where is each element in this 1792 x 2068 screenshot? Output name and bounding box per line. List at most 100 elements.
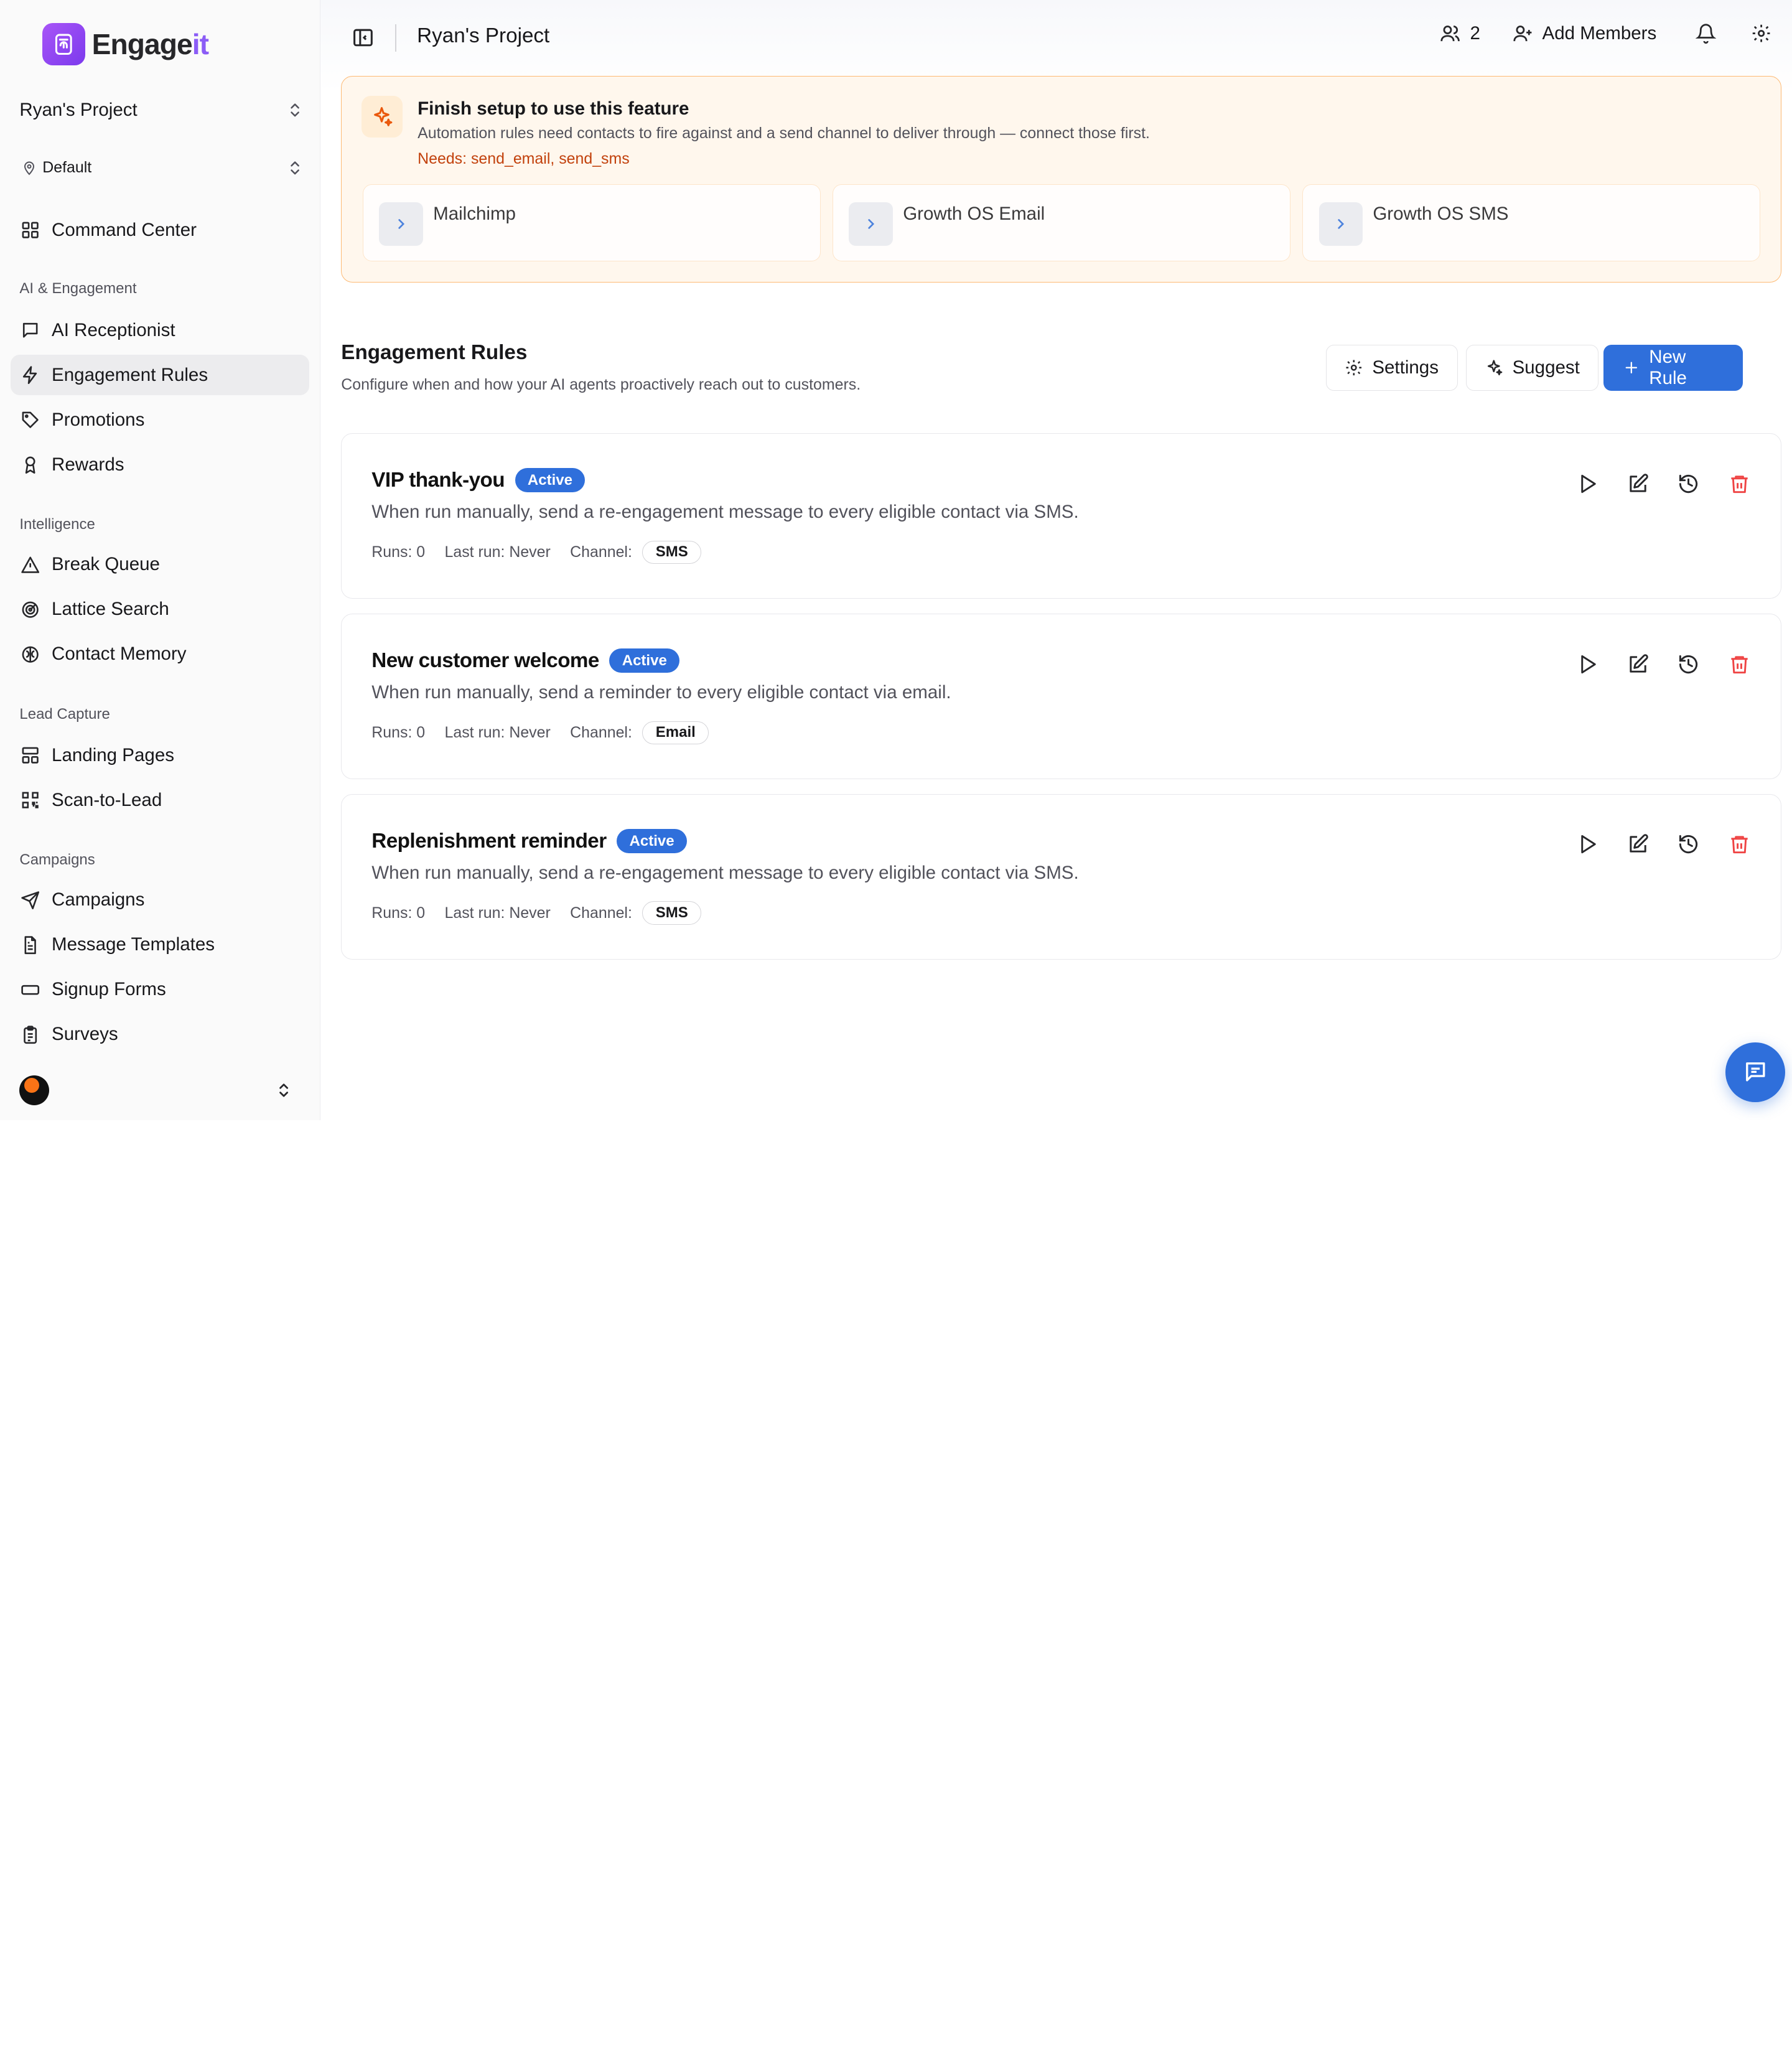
sidebar-item-surveys[interactable]: Surveys xyxy=(11,1014,309,1055)
play-icon[interactable] xyxy=(1577,473,1598,495)
connector-growth-os-email[interactable]: Growth OS Email xyxy=(832,184,1291,262)
channel-chip: SMS xyxy=(642,540,702,564)
plus-icon xyxy=(1625,362,1637,374)
sidebar-toggle-icon[interactable] xyxy=(352,26,375,49)
setup-description: Automation rules need contacts to fire a… xyxy=(418,124,1150,143)
new-rule-label: New Rule xyxy=(1649,346,1687,388)
history-icon[interactable] xyxy=(1678,833,1699,855)
project-switcher[interactable]: Ryan's Project xyxy=(19,96,302,124)
channel-label: Channel: xyxy=(570,904,632,922)
sidebar-item-label: Lattice Search xyxy=(52,599,169,620)
environment-name: Default xyxy=(42,159,92,177)
members-button[interactable]: 2 xyxy=(1440,23,1480,44)
sidebar-item-label: Campaigns xyxy=(52,889,145,910)
rule-name: New customer welcome xyxy=(371,648,599,672)
sidebar-item-break-queue[interactable]: Break Queue xyxy=(11,545,309,585)
sidebar-item-message-templates[interactable]: Message Templates xyxy=(11,925,309,965)
tag-icon xyxy=(22,411,39,428)
trash-icon[interactable] xyxy=(1729,833,1750,855)
edit-icon[interactable] xyxy=(1627,653,1649,675)
sidebar-item-lattice-search[interactable]: Lattice Search xyxy=(11,589,309,630)
sidebar-item-landing-pages[interactable]: Landing Pages xyxy=(11,736,309,776)
main-content: Ryan's Project 2 Add Members Finish setu… xyxy=(320,0,1792,1121)
new-rule-button[interactable]: New Rule xyxy=(1603,344,1743,391)
rule-name: Replenishment reminder xyxy=(371,829,607,853)
environment-switcher[interactable]: Default xyxy=(22,156,302,179)
sidebar-item-command-center[interactable]: Command Center xyxy=(11,210,309,251)
location-pin-icon xyxy=(24,161,35,175)
rule-card: New customer welcome Active When run man… xyxy=(341,613,1782,779)
sidebar: Engageit Ryan's Project Default Command … xyxy=(0,0,321,1121)
history-icon[interactable] xyxy=(1678,653,1699,675)
sidebar-item-promotions[interactable]: Promotions xyxy=(11,400,309,440)
sidebar-item-signup-forms[interactable]: Signup Forms xyxy=(11,970,309,1010)
sidebar-item-scan-to-lead[interactable]: Scan-to-Lead xyxy=(11,780,309,821)
status-badge: Active xyxy=(609,648,680,673)
sidebar-item-rewards[interactable]: Rewards xyxy=(11,444,309,485)
sidebar-item-label: Contact Memory xyxy=(52,643,187,665)
history-icon[interactable] xyxy=(1678,473,1699,495)
sidebar-item-label: Signup Forms xyxy=(52,979,166,1000)
sparkles-icon xyxy=(1488,360,1503,376)
sidebar-item-label: Promotions xyxy=(52,409,145,430)
message-square-icon xyxy=(23,323,38,338)
rule-card: VIP thank-you Active When run manually, … xyxy=(341,433,1782,599)
gear-icon xyxy=(1346,360,1362,376)
zap-icon xyxy=(23,366,37,385)
sidebar-item-ai-receptionist[interactable]: AI Receptionist xyxy=(11,310,309,350)
chevron-right-icon xyxy=(849,202,893,246)
sidebar-item-engagement-rules[interactable]: Engagement Rules xyxy=(10,355,309,396)
add-members-button[interactable]: Add Members xyxy=(1513,23,1656,44)
header-actions: 2 Add Members xyxy=(1440,23,1771,44)
connector-mailchimp[interactable]: Mailchimp xyxy=(362,184,821,262)
bell-icon[interactable] xyxy=(1696,23,1717,44)
rule-runs: Runs: 0 xyxy=(371,543,426,561)
trash-icon[interactable] xyxy=(1729,473,1750,495)
setup-banner: Finish setup to use this feature Automat… xyxy=(341,75,1782,283)
brand-logo[interactable]: Engageit xyxy=(42,22,209,66)
connector-name: Mailchimp xyxy=(433,203,516,224)
play-icon[interactable] xyxy=(1577,833,1598,855)
award-icon xyxy=(26,456,35,474)
sidebar-item-label: Engagement Rules xyxy=(52,364,208,385)
sidebar-item-campaigns[interactable]: Campaigns xyxy=(11,880,309,920)
channel-label: Channel: xyxy=(570,543,632,561)
section-subtitle: Configure when and how your AI agents pr… xyxy=(341,375,861,393)
rule-runs: Runs: 0 xyxy=(371,723,426,741)
suggest-button[interactable]: Suggest xyxy=(1465,344,1599,391)
sidebar-item-contact-memory[interactable]: Contact Memory xyxy=(11,634,309,675)
edit-icon[interactable] xyxy=(1627,473,1649,495)
users-icon xyxy=(1440,26,1460,42)
rule-card: Replenishment reminder Active When run m… xyxy=(341,793,1782,960)
section-label-ai-engagement: AI & Engagement xyxy=(19,280,137,297)
sidebar-item-label: AI Receptionist xyxy=(52,319,175,340)
logo-icon xyxy=(42,22,85,66)
file-text-icon xyxy=(24,936,37,954)
alert-triangle-icon xyxy=(21,556,40,573)
connector-growth-os-sms[interactable]: Growth OS SMS xyxy=(1302,184,1761,262)
sidebar-item-label: Command Center xyxy=(52,220,197,241)
channel-label: Channel: xyxy=(570,723,632,741)
status-badge: Active xyxy=(617,829,687,854)
channel-chip: SMS xyxy=(642,901,702,925)
rule-description: When run manually, send a reminder to ev… xyxy=(371,681,951,703)
play-icon[interactable] xyxy=(1577,653,1598,675)
chevron-updown-icon xyxy=(291,103,300,117)
chat-fab-button[interactable] xyxy=(1725,1042,1785,1102)
rule-last-run: Last run: Never xyxy=(444,904,551,922)
setup-needs: Needs: send_email, send_sms xyxy=(418,150,630,167)
gear-icon[interactable] xyxy=(1751,23,1771,44)
qr-code-icon xyxy=(22,792,39,808)
settings-button[interactable]: Settings xyxy=(1325,344,1458,391)
edit-icon[interactable] xyxy=(1627,833,1649,855)
brand-name: Engageit xyxy=(91,28,209,61)
sidebar-item-label: Landing Pages xyxy=(52,744,174,765)
connector-name: Growth OS SMS xyxy=(1373,203,1509,224)
settings-label: Settings xyxy=(1372,357,1439,378)
connector-name: Growth OS Email xyxy=(903,203,1045,224)
sidebar-item-label: Scan-to-Lead xyxy=(52,789,162,810)
user-menu[interactable] xyxy=(19,1071,291,1110)
trash-icon[interactable] xyxy=(1729,653,1750,675)
suggest-label: Suggest xyxy=(1512,357,1580,378)
status-badge: Active xyxy=(515,468,586,493)
